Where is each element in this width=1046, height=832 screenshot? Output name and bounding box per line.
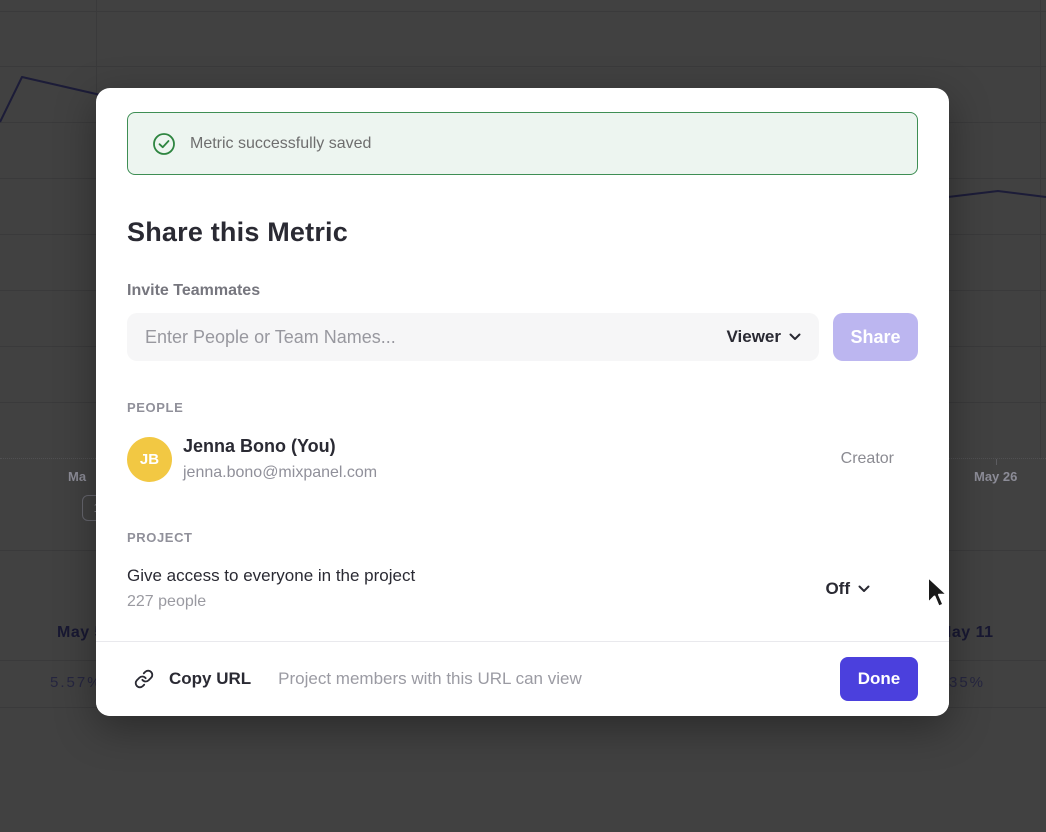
project-access-dropdown[interactable]: Off [825, 579, 870, 599]
share-button[interactable]: Share [833, 313, 918, 361]
person-name: Jenna Bono (You) [183, 436, 841, 457]
people-section-header: PEOPLE [127, 400, 918, 415]
page-title: Share this Metric [127, 217, 918, 248]
mouse-cursor [925, 575, 949, 614]
copy-url-label: Copy URL [169, 669, 251, 689]
invite-teammates-label: Invite Teammates [127, 282, 918, 300]
modal-footer: Copy URL Project members with this URL c… [96, 641, 949, 716]
project-access-title: Give access to everyone in the project [127, 566, 825, 586]
chevron-down-icon [789, 333, 801, 341]
project-access-info: Give access to everyone in the project 2… [127, 566, 825, 611]
invite-input-container: Viewer [127, 313, 819, 361]
check-circle-icon [152, 132, 176, 156]
person-role: Creator [841, 450, 894, 468]
table-cell-value: 5.57% [50, 674, 103, 691]
chevron-down-icon [858, 585, 870, 593]
x-axis-label: Ma [68, 469, 86, 484]
banner-message: Metric successfully saved [190, 135, 371, 153]
copy-url-button[interactable]: Copy URL [134, 669, 251, 689]
role-dropdown[interactable]: Viewer [726, 327, 801, 347]
success-banner: Metric successfully saved [127, 112, 918, 175]
copy-url-hint: Project members with this URL can view [278, 669, 840, 689]
project-member-count: 227 people [127, 593, 825, 611]
project-section-header: PROJECT [127, 530, 918, 545]
project-access-dropdown-value: Off [825, 579, 850, 599]
role-dropdown-value: Viewer [726, 327, 781, 347]
project-access-row: Give access to everyone in the project 2… [127, 566, 918, 611]
link-icon [134, 669, 154, 689]
done-button[interactable]: Done [840, 657, 918, 701]
invite-row: Viewer Share [127, 313, 918, 361]
person-email: jenna.bono@mixpanel.com [183, 464, 841, 482]
invite-input[interactable] [145, 327, 726, 348]
person-info: Jenna Bono (You) jenna.bono@mixpanel.com [183, 436, 841, 482]
share-metric-modal: Metric successfully saved Share this Met… [96, 88, 949, 716]
person-row: JB Jenna Bono (You) jenna.bono@mixpanel.… [127, 436, 918, 482]
x-axis-label: May 26 [974, 469, 1017, 484]
table-cell-value: 35% [949, 674, 985, 691]
avatar: JB [127, 437, 172, 482]
